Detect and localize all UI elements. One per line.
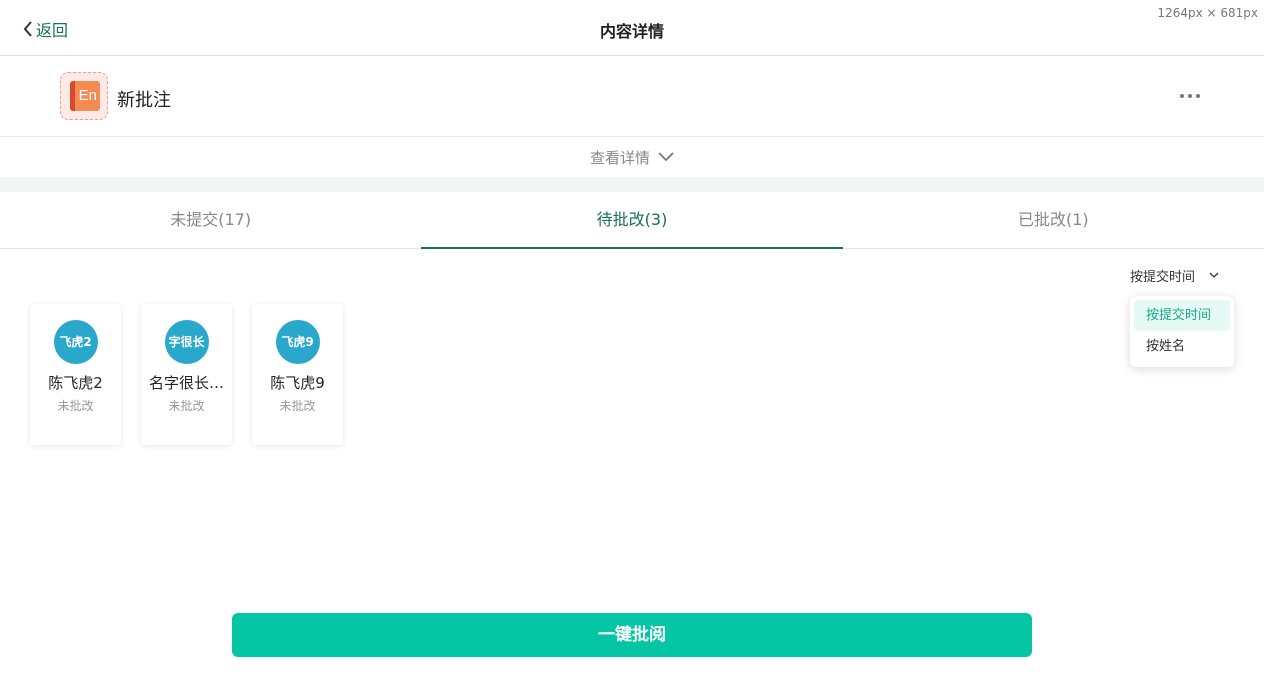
- section-divider: [0, 177, 1264, 192]
- student-name: 陈飞虎9: [270, 374, 325, 392]
- review-status: 未批改: [57, 399, 94, 413]
- view-details-label: 查看详情: [589, 148, 650, 167]
- content-name: 新批注: [117, 90, 171, 111]
- avatar: 飞虎2: [53, 320, 98, 364]
- chevron-down-icon: [1209, 272, 1219, 278]
- student-name: 陈飞虎2: [48, 374, 103, 392]
- more-options-icon[interactable]: [1180, 94, 1200, 98]
- status-tabs: 未提交(17) 待批改(3) 已批改(1): [0, 192, 1264, 249]
- student-card[interactable]: 字很长 名字很长… 未批改: [141, 304, 232, 445]
- page-title: 内容详情: [599, 22, 664, 41]
- student-card[interactable]: 飞虎9 陈飞虎9 未批改: [252, 304, 343, 445]
- sort-option-name[interactable]: 按姓名: [1134, 331, 1230, 362]
- sort-dropdown: 按提交时间 按姓名: [1130, 296, 1234, 367]
- tab-reviewed[interactable]: 已批改(1): [843, 192, 1264, 248]
- tab-unsubmitted[interactable]: 未提交(17): [0, 192, 421, 248]
- avatar: 字很长: [164, 320, 209, 364]
- review-status: 未批改: [279, 399, 316, 413]
- view-details-toggle[interactable]: 查看详情: [0, 137, 1264, 177]
- sort-current: 按提交时间: [1130, 270, 1196, 285]
- app-frame: 返回 内容详情 1264px × 681px En 新批注 查看详情 未提交(1…: [0, 0, 1264, 681]
- dimensions-label: 1264px × 681px: [1157, 6, 1258, 20]
- book-icon: En: [60, 72, 108, 120]
- book-icon-text: En: [70, 81, 100, 111]
- student-card[interactable]: 飞虎2 陈飞虎2 未批改: [30, 304, 121, 445]
- student-name: 名字很长…: [148, 374, 224, 392]
- avatar: 飞虎9: [275, 320, 320, 364]
- sort-option-submit-time[interactable]: 按提交时间: [1134, 300, 1230, 331]
- chevron-down-icon: [658, 152, 674, 162]
- batch-review-button[interactable]: 一键批阅: [232, 613, 1032, 657]
- tab-pending-review[interactable]: 待批改(3): [421, 192, 843, 249]
- sort-select[interactable]: 按提交时间: [1130, 266, 1219, 285]
- top-bar: 返回 内容详情 1264px × 681px: [0, 0, 1264, 56]
- content-info-row: En 新批注: [0, 56, 1264, 137]
- review-status: 未批改: [168, 399, 205, 413]
